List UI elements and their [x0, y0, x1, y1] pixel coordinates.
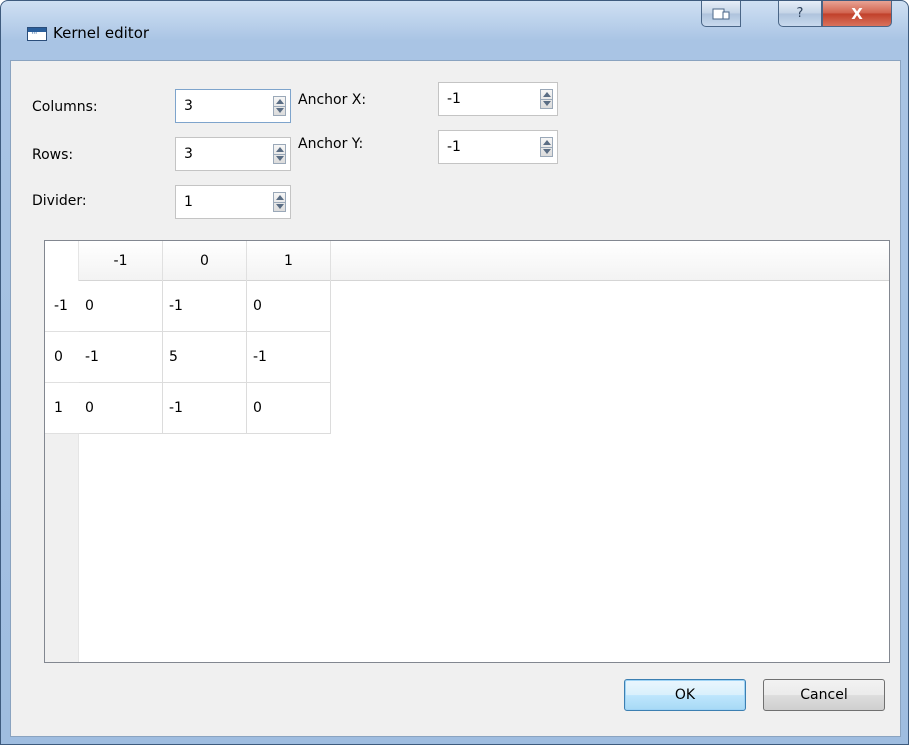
help-button[interactable]: ? [778, 1, 822, 27]
anchor-y-value: -1 [447, 139, 461, 155]
table-corner-button[interactable] [45, 241, 79, 281]
ok-button[interactable]: OK [624, 679, 746, 711]
anchor-x-label: Anchor X: [298, 92, 367, 108]
divider-label: Divider: [32, 193, 87, 209]
column-header[interactable]: 1 [247, 241, 331, 281]
anchor-y-spin-arrows-icon[interactable] [540, 137, 553, 157]
table-cell[interactable]: 0 [79, 383, 163, 434]
table-cell[interactable]: -1 [247, 332, 331, 383]
cancel-button[interactable]: Cancel [763, 679, 885, 711]
table-cell[interactable]: -1 [163, 281, 247, 332]
window-title: Kernel editor [53, 24, 150, 42]
table-cell[interactable]: 5 [163, 332, 247, 383]
anchor-x-value: -1 [447, 91, 461, 107]
context-help-icon[interactable] [701, 1, 741, 27]
anchor-x-spinbox[interactable]: -1 [438, 82, 558, 116]
columns-value: 3 [184, 98, 193, 114]
close-button[interactable]: X [822, 1, 892, 27]
table-cell[interactable]: 0 [79, 281, 163, 332]
kernel-editor-window: Kernel editor ? X Columns: 3 Rows: 3 Div… [0, 0, 909, 745]
column-header[interactable]: 0 [163, 241, 247, 281]
columns-spin-arrows-icon[interactable] [273, 96, 286, 116]
divider-spin-arrows-icon[interactable] [273, 192, 286, 212]
row-header[interactable]: -1 [45, 281, 79, 332]
column-header[interactable]: -1 [79, 241, 163, 281]
divider-spinbox[interactable]: 1 [175, 185, 291, 219]
table-cell[interactable]: 0 [247, 281, 331, 332]
divider-value: 1 [184, 194, 193, 210]
window-app-icon [27, 27, 47, 41]
anchor-x-spin-arrows-icon[interactable] [540, 89, 553, 109]
anchor-y-label: Anchor Y: [298, 136, 364, 152]
kernel-table[interactable]: -1 0 1 -1 0 1 0 -1 0 -1 5 -1 0 -1 0 [44, 240, 890, 663]
rows-value: 3 [184, 146, 193, 162]
table-cell[interactable]: -1 [79, 332, 163, 383]
rows-label: Rows: [32, 147, 74, 163]
rows-spin-arrows-icon[interactable] [273, 144, 286, 164]
table-cell[interactable]: -1 [163, 383, 247, 434]
table-cell[interactable]: 0 [247, 383, 331, 434]
title-bar[interactable]: Kernel editor ? X [1, 1, 908, 61]
columns-label: Columns: [32, 99, 98, 115]
rows-spinbox[interactable]: 3 [175, 137, 291, 171]
row-header[interactable]: 1 [45, 383, 79, 434]
dialog-client-area: Columns: 3 Rows: 3 Divider: 1 Anchor X: … [10, 60, 901, 737]
anchor-y-spinbox[interactable]: -1 [438, 130, 558, 164]
row-header[interactable]: 0 [45, 332, 79, 383]
columns-spinbox[interactable]: 3 [175, 89, 291, 123]
